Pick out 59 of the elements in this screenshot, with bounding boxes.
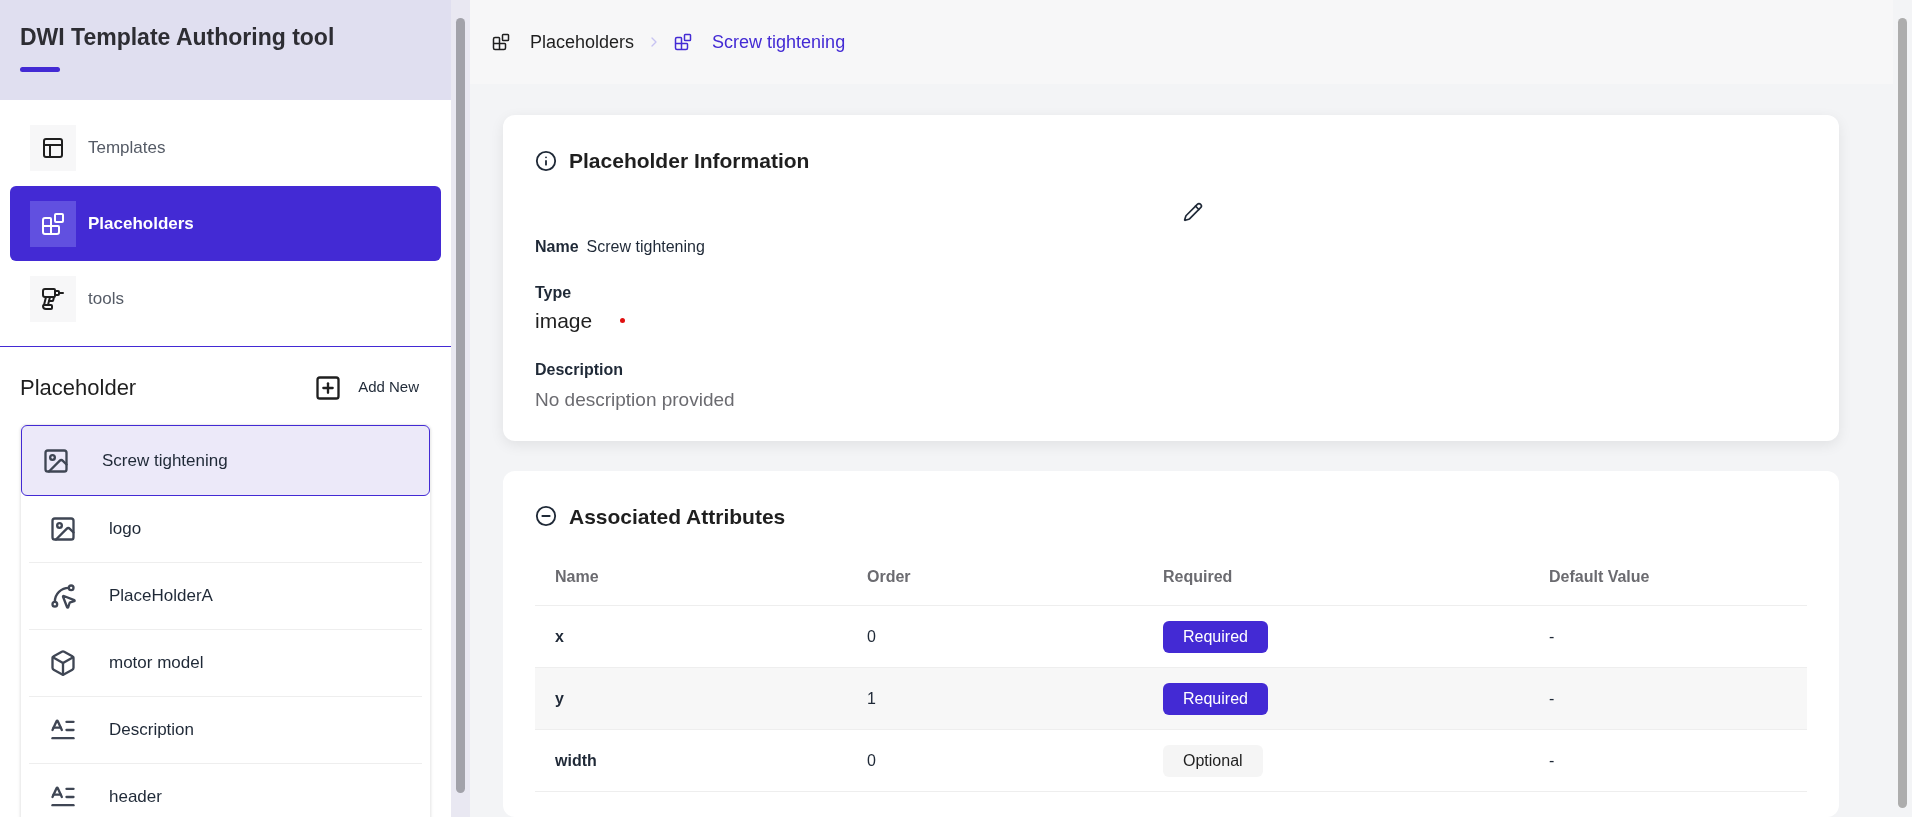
field-value: image [535, 307, 593, 334]
card-title: Associated Attributes [569, 503, 786, 530]
placeholder-item[interactable]: PlaceHolderA [29, 563, 422, 630]
blocks-icon [492, 33, 510, 51]
placeholder-item[interactable]: motor model [29, 630, 422, 697]
section-title: Placeholder [20, 374, 137, 402]
plus-square-icon [314, 373, 343, 402]
table-cell-text: 1 [867, 688, 877, 709]
collapse-icon[interactable] [535, 505, 557, 528]
field-value: Screw tightening [586, 236, 705, 257]
item-label: Description [109, 719, 195, 742]
table-cell-text: - [1549, 688, 1556, 709]
placeholder-item[interactable]: logo [29, 496, 422, 563]
item-label: header [109, 786, 162, 809]
breadcrumb-link[interactable]: Screw tightening [712, 28, 846, 56]
blocks-icon [674, 33, 693, 51]
field-label: Type [535, 282, 573, 303]
required-badge: Optional [1163, 744, 1263, 777]
table-cell-text: y [555, 688, 565, 709]
field-value: No description provided [535, 388, 736, 412]
field-label: Description [535, 360, 624, 380]
column-header: Order [867, 566, 912, 587]
column-header: Name [555, 566, 600, 587]
field-label: Name [535, 236, 579, 257]
blocks-icon [41, 211, 65, 236]
card-title: Placeholder Information [569, 148, 810, 174]
required-badge: Required [1163, 620, 1268, 653]
add-new-button[interactable]: Add New [314, 373, 419, 402]
cube-icon [49, 649, 77, 677]
layout-icon [41, 136, 65, 160]
pencil-icon [1183, 201, 1203, 222]
column-header: Default Value [1549, 566, 1651, 587]
table-cell-text: 0 [867, 626, 877, 647]
table-cell-text: - [1549, 626, 1556, 647]
title-underline [20, 66, 60, 72]
table-cell-text: width [555, 750, 598, 771]
item-label: logo [109, 518, 142, 541]
table-cell-text: - [1549, 750, 1556, 771]
drill-icon [41, 287, 65, 311]
nav-item[interactable]: tools [10, 276, 441, 322]
app-title: DWI Template Authoring tool [20, 23, 336, 52]
item-label: PlaceHolderA [109, 585, 213, 608]
required-badge: Required [1163, 682, 1268, 715]
column-header: Required [1163, 566, 1234, 587]
nav-item[interactable]: Templates [10, 125, 441, 171]
info-icon [535, 149, 557, 172]
table-cell-text: 0 [867, 750, 877, 771]
nav-item[interactable]: Placeholders [10, 186, 441, 261]
curve-pointer-icon [49, 582, 77, 610]
breadcrumb-link[interactable]: Placeholders [530, 28, 635, 56]
image-icon [49, 515, 77, 543]
placeholder-item[interactable]: header [29, 764, 422, 817]
placeholder-item[interactable]: Description [29, 697, 422, 764]
placeholder-item[interactable]: Screw tightening [21, 425, 430, 496]
scrollbar[interactable] [451, 0, 470, 817]
image-icon [42, 446, 70, 475]
item-label: Screw tightening [102, 449, 228, 472]
table-cell-text: x [555, 626, 565, 647]
item-label: motor model [109, 652, 204, 675]
